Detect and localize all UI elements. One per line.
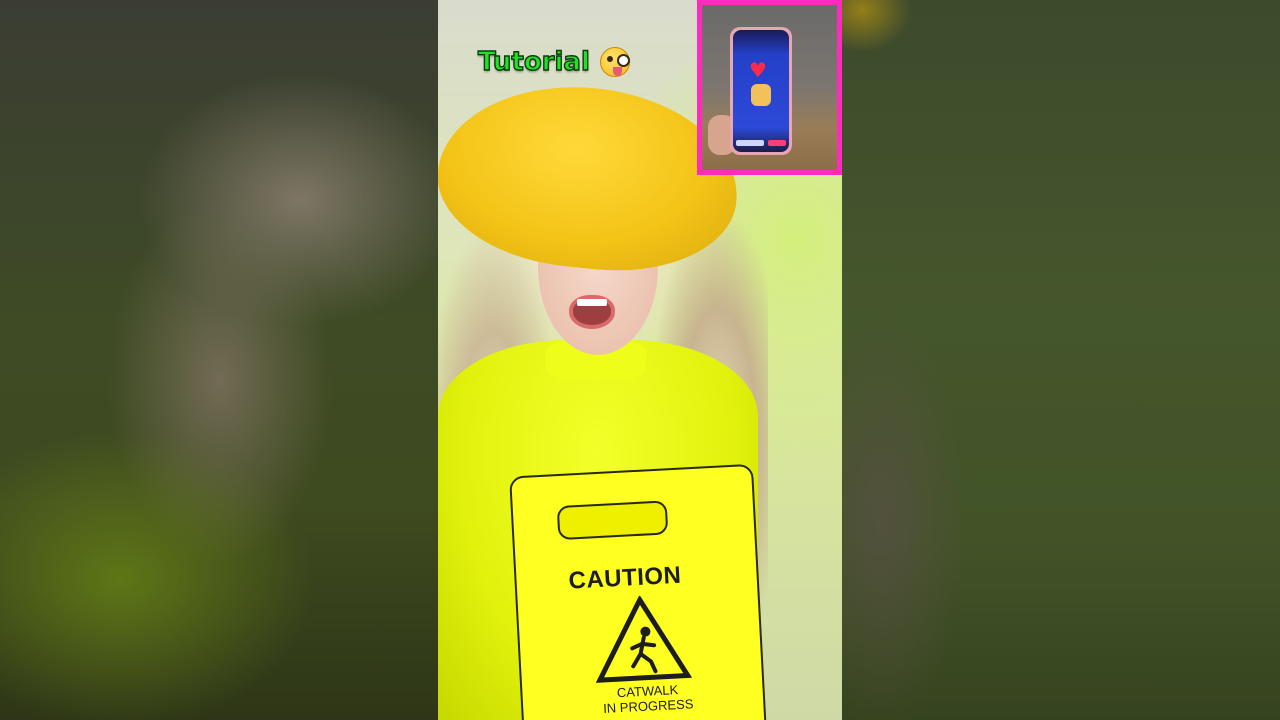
sign-title: CAUTION — [567, 561, 683, 595]
phone-button-left — [736, 140, 764, 146]
picture-in-picture-thumbnail[interactable]: ♥ — [697, 0, 842, 175]
heart-icon: ♥ — [749, 58, 767, 82]
blurred-hat-edge — [842, 0, 912, 70]
warning-triangle-icon — [595, 594, 692, 683]
sign-subtitle: CATWALK IN PROGRESS — [592, 681, 703, 717]
phone-mockup: ♥ — [730, 27, 792, 155]
caption-text: Tutorial — [477, 46, 590, 77]
phone-screen: ♥ — [733, 30, 789, 152]
tongue — [612, 67, 622, 76]
blurred-background-right — [842, 0, 1280, 720]
caution-sign: CAUTION CATWALK IN PROGRESS — [509, 463, 767, 720]
mouth — [569, 295, 615, 329]
finger-heart-icon — [751, 84, 771, 106]
blurred-glow — [0, 380, 438, 720]
phone-button-right — [768, 140, 786, 146]
sign-handle — [556, 500, 669, 541]
blurred-background-left — [0, 0, 438, 720]
zany-face-icon — [599, 47, 630, 77]
tutorial-caption: Tutorial — [477, 44, 630, 80]
